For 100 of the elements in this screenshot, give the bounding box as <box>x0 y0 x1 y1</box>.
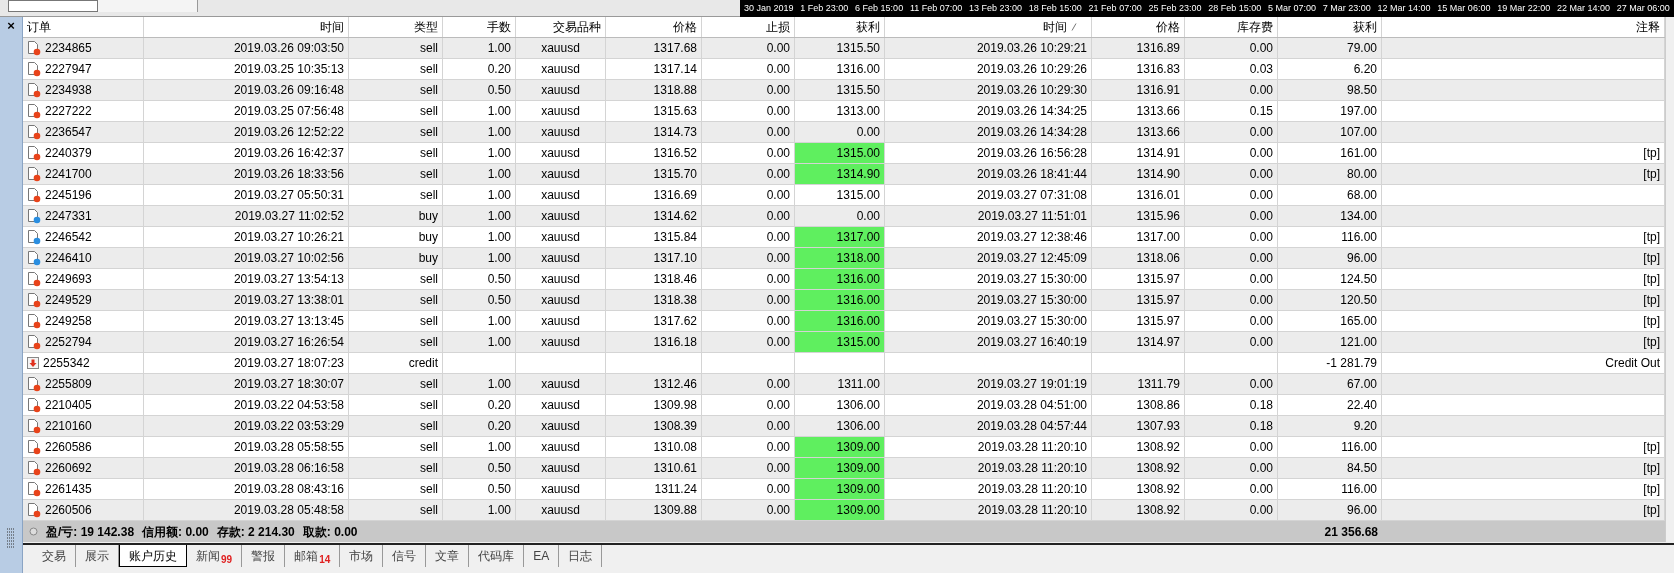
bottom-tab[interactable]: 交易 <box>33 545 76 567</box>
table-row[interactable]: 2241700 2019.03.26 18:33:56 sell 1.00 xauusd 1315.70 0.00 1314.90 2019.03.26 18:41:44 1314.90 0.00 80.00 [tp] <box>23 164 1665 185</box>
table-row[interactable]: 2210405 2019.03.22 04:53:58 sell 0.20 xauusd 1309.98 0.00 1306.00 2019.03.28 04:51:00 1308.86 0.18 22.40 <box>23 395 1665 416</box>
column-header[interactable]: 交易品种 <box>516 17 606 37</box>
table-cell-text: 1317.14 <box>653 61 697 78</box>
table-cell-text: 0.00 <box>766 187 790 204</box>
bottom-tab[interactable]: 警报 <box>242 545 286 567</box>
table-row[interactable]: 2260692 2019.03.28 06:16:58 sell 0.50 xauusd 1310.61 0.00 1309.00 2019.03.28 11:20:10 1308.92 0.00 84.50 [tp] <box>23 458 1665 479</box>
table-row[interactable]: 2261435 2019.03.28 08:43:16 sell 0.50 xauusd 1311.24 0.00 1309.00 2019.03.28 11:20:10 1308.92 0.00 116.00 [tp] <box>23 479 1665 500</box>
table-row[interactable]: 2240379 2019.03.26 16:42:37 sell 1.00 xauusd 1316.52 0.00 1315.00 2019.03.26 16:56:28 1314.91 0.00 161.00 [tp] <box>23 143 1665 164</box>
table-row[interactable]: 2260506 2019.03.28 05:48:58 sell 1.00 xauusd 1309.88 0.00 1309.00 2019.03.28 11:20:10 1308.92 0.00 96.00 [tp] <box>23 500 1665 521</box>
bottom-tab[interactable]: 日志 <box>559 545 603 567</box>
table-cell-text: 1309.88 <box>653 502 697 519</box>
column-header[interactable]: 库存费 <box>1185 17 1278 37</box>
table-row[interactable]: 2252794 2019.03.27 16:26:54 sell 1.00 xauusd 1316.18 0.00 1315.00 2019.03.27 16:40:19 1314.97 0.00 121.00 [tp] <box>23 332 1665 353</box>
axis-label: 28 Feb 15:00 <box>1208 4 1262 13</box>
table-row[interactable]: 2236547 2019.03.26 12:52:22 sell 1.00 xauusd 1314.73 0.00 0.00 2019.03.26 14:34:28 1313.66 0.00 107.00 <box>23 122 1665 143</box>
summary-value: 存款: 2 214.30 <box>216 523 295 541</box>
table-row[interactable]: 2245196 2019.03.27 05:50:31 sell 1.00 xauusd 1316.69 0.00 1315.00 2019.03.27 07:31:08 1316.01 0.00 68.00 <box>23 185 1665 206</box>
table-cell-text: 1.00 <box>487 250 511 267</box>
table-cell-text: 0.00 <box>1249 502 1273 519</box>
bottom-tab[interactable]: 信号 <box>383 545 427 567</box>
table-cell-text: 1316.18 <box>653 334 697 351</box>
table-cell-text: 1311.79 <box>1137 376 1180 393</box>
table-cell-text: [tp] <box>1643 292 1660 309</box>
axis-label: 22 Mar 14:00 <box>1556 4 1610 13</box>
table-row[interactable]: 2247331 2019.03.27 11:02:52 buy 1.00 xauusd 1314.62 0.00 0.00 2019.03.27 11:51:01 1315.96 0.00 134.00 <box>23 206 1665 227</box>
table-row[interactable]: 2260586 2019.03.28 05:58:55 sell 1.00 xauusd 1310.08 0.00 1309.00 2019.03.28 11:20:10 1308.92 0.00 116.00 [tp] <box>23 437 1665 458</box>
table-cell-text: 1317.00 <box>1136 229 1180 246</box>
order-number: 2234865 <box>45 40 92 57</box>
table-cell-text: 1308.39 <box>653 418 697 435</box>
table-cell-text: 1.00 <box>487 103 511 120</box>
table-cell-text: 0.00 <box>766 82 790 99</box>
table-cell-text: xauusd <box>541 166 580 183</box>
bottom-tab[interactable]: 账户历史 <box>119 545 187 567</box>
table-cell-text: 2019.03.26 18:41:44 <box>976 166 1087 183</box>
unread-count: 14 <box>319 553 331 567</box>
table-row[interactable]: 2246410 2019.03.27 10:02:56 buy 1.00 xauusd 1317.10 0.00 1318.00 2019.03.27 12:45:09 1318.06 0.00 96.00 [tp] <box>23 248 1665 269</box>
column-header[interactable]: 获利 <box>1278 17 1382 37</box>
column-header[interactable]: 时间 <box>885 17 1092 37</box>
table-cell-text: 96.00 <box>1346 502 1377 519</box>
table-cell-text: 1317.10 <box>653 250 697 267</box>
table-cell-text: 2019.03.27 12:38:46 <box>976 229 1087 246</box>
close-button[interactable]: × <box>7 19 15 32</box>
table-cell-text: 1316.83 <box>1136 61 1180 78</box>
table-cell-text: sell <box>420 376 438 393</box>
table-row[interactable]: 2249529 2019.03.27 13:38:01 sell 0.50 xauusd 1318.38 0.00 1316.00 2019.03.27 15:30:00 1315.97 0.00 120.50 [tp] <box>23 290 1665 311</box>
bottom-tab[interactable]: EA <box>524 545 560 567</box>
table-cell-text: 0.20 <box>487 61 511 78</box>
table-cell-text: 2019.03.27 16:40:19 <box>976 334 1087 351</box>
column-header[interactable]: 手数 <box>443 17 516 37</box>
table-cell-text: 2019.03.27 10:26:21 <box>233 229 344 246</box>
order-number: 2236547 <box>45 124 92 141</box>
table-row[interactable]: 2227947 2019.03.25 10:35:13 sell 0.20 xauusd 1317.14 0.00 1316.00 2019.03.26 10:29:26 1316.83 0.03 6.20 <box>23 59 1665 80</box>
column-header[interactable]: 价格 <box>606 17 702 37</box>
table-cell-text: [tp] <box>1643 460 1660 477</box>
table-row[interactable]: 2246542 2019.03.27 10:26:21 buy 1.00 xauusd 1315.84 0.00 1317.00 2019.03.27 12:38:46 1317.00 0.00 116.00 [tp] <box>23 227 1665 248</box>
table-cell-text: sell <box>420 271 438 288</box>
take-profit-cell: 1315.50 <box>795 38 885 58</box>
order-number: 2234938 <box>45 82 92 99</box>
table-row[interactable]: 2234938 2019.03.26 09:16:48 sell 0.50 xauusd 1318.88 0.00 1315.50 2019.03.26 10:29:30 1316.91 0.00 98.50 <box>23 80 1665 101</box>
table-row[interactable]: 2234865 2019.03.26 09:03:50 sell 1.00 xauusd 1317.68 0.00 1315.50 2019.03.26 10:29:21 1316.89 0.00 79.00 <box>23 38 1665 59</box>
table-cell-text: xauusd <box>541 397 580 414</box>
bottom-tab[interactable]: 文章 <box>426 545 470 567</box>
table-cell-text: xauusd <box>541 61 580 78</box>
table-cell-text: [tp] <box>1643 229 1660 246</box>
table-cell-text: xauusd <box>541 502 580 519</box>
table-cell-text: 0.00 <box>766 229 790 246</box>
table-row[interactable]: 2210160 2019.03.22 03:53:29 sell 0.20 xauusd 1308.39 0.00 1306.00 2019.03.28 04:57:44 1307.93 0.18 9.20 <box>23 416 1665 437</box>
column-header[interactable]: 止损 <box>702 17 795 37</box>
column-header[interactable]: 价格 <box>1092 17 1185 37</box>
table-cell-text: sell <box>420 460 438 477</box>
table-cell-text: 0.00 <box>1249 460 1273 477</box>
table-row[interactable]: 2249693 2019.03.27 13:54:13 sell 0.50 xauusd 1318.46 0.00 1316.00 2019.03.27 15:30:00 1315.97 0.00 124.50 [tp] <box>23 269 1665 290</box>
column-header[interactable]: 订单 <box>23 17 144 37</box>
table-cell-text: 1314.97 <box>1136 334 1180 351</box>
axis-label: 11 Feb 07:00 <box>909 4 963 13</box>
table-cell-text: 120.50 <box>1340 292 1377 309</box>
column-header[interactable]: 获利 <box>795 17 885 37</box>
bottom-tab[interactable]: 市场 <box>340 545 384 567</box>
table-cell-text: 68.00 <box>1346 187 1377 204</box>
table-cell-text: 2019.03.27 13:38:01 <box>233 292 344 309</box>
table-cell-text: xauusd <box>541 250 580 267</box>
table-cell-text: 1314.73 <box>653 124 697 141</box>
table-cell-text: 1308.92 <box>1136 460 1180 477</box>
table-row[interactable]: 2255342 2019.03.27 18:07:23 credit -1 281.79 Credit Out <box>23 353 1665 374</box>
table-row[interactable]: 2249258 2019.03.27 13:13:45 sell 1.00 xauusd 1317.62 0.00 1316.00 2019.03.27 15:30:00 1315.97 0.00 165.00 [tp] <box>23 311 1665 332</box>
summary-value: 信用额: 0.00 <box>142 523 209 541</box>
table-cell-text: 0.00 <box>1249 208 1273 225</box>
column-header[interactable]: 时间 <box>144 17 349 37</box>
table-cell-text: xauusd <box>541 145 580 162</box>
table-row[interactable]: 2255809 2019.03.27 18:30:07 sell 1.00 xauusd 1312.46 0.00 1311.00 2019.03.27 19:01:19 1311.79 0.00 67.00 <box>23 374 1665 395</box>
table-cell-text: 0.00 <box>1249 229 1273 246</box>
table-cell-text: 2019.03.28 11:20:10 <box>977 502 1087 519</box>
summary-value: 取款: 0.00 <box>302 523 358 541</box>
bottom-tab[interactable]: 代码库 <box>469 545 525 567</box>
table-row[interactable]: 2227222 2019.03.25 07:56:48 sell 1.00 xauusd 1315.63 0.00 1313.00 2019.03.26 14:34:25 1313.66 0.15 197.00 <box>23 101 1665 122</box>
table-cell-text: 1316.89 <box>1136 40 1180 57</box>
table-cell-text: 121.00 <box>1340 334 1377 351</box>
column-header[interactable]: 类型 <box>349 17 443 37</box>
